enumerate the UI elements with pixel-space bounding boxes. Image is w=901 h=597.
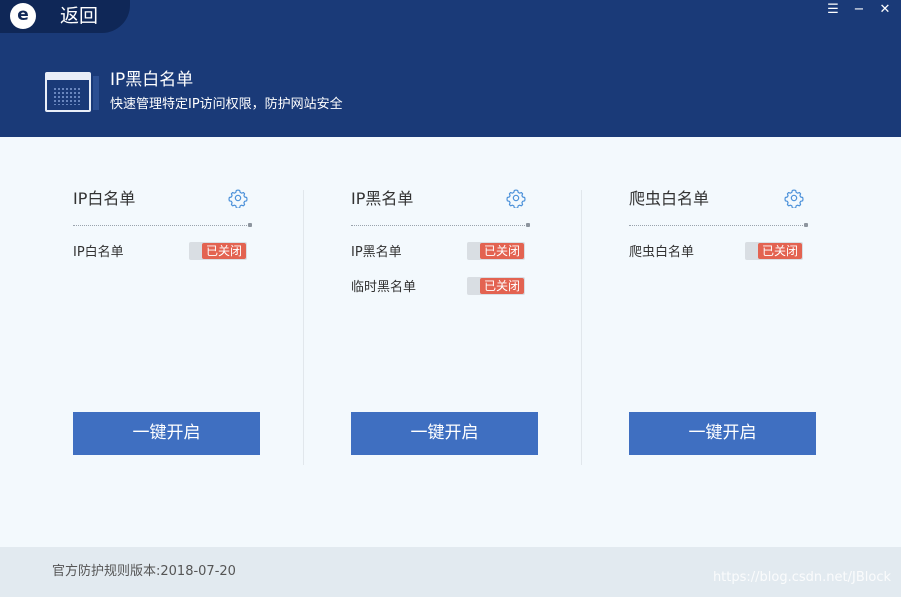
column-divider <box>581 190 582 465</box>
status-badge: 已关闭 <box>480 278 524 294</box>
blacklist-window-icon <box>45 72 91 112</box>
row-label: IP白名单 <box>73 245 124 260</box>
row-label: IP黑名单 <box>351 245 402 260</box>
title-divider <box>629 225 805 226</box>
minimize-icon[interactable]: − <box>851 2 867 18</box>
status-badge: 已关闭 <box>758 243 802 259</box>
row-label: 爬虫白名单 <box>629 245 695 260</box>
menu-icon[interactable]: ☰ <box>825 2 841 18</box>
title-divider <box>351 225 527 226</box>
app-logo-icon: e <box>10 3 36 29</box>
list-item: 临时黑名单 已关闭 <box>351 277 541 299</box>
back-button[interactable]: e 返回 <box>0 0 130 33</box>
list-item: IP黑名单 已关闭 <box>351 242 541 264</box>
card-title: IP黑名单 <box>351 189 414 208</box>
divider-end-dot <box>804 223 808 227</box>
gear-icon[interactable] <box>784 188 804 208</box>
card-title: 爬虫白名单 <box>629 189 710 208</box>
card-ip-blacklist: IP黑名单 IP黑名单 已关闭 临时黑名单 已关闭 一键开启 <box>351 182 541 462</box>
title-divider <box>73 225 249 226</box>
status-toggle[interactable]: 已关闭 <box>189 242 247 260</box>
header-bar: e 返回 ☰ − ✕ IP黑白名单 快速管理特定IP访问权限，防护网站安全 <box>0 0 901 137</box>
page-title: IP黑白名单 <box>110 70 194 90</box>
status-badge: 已关闭 <box>480 243 524 259</box>
watermark-text: https://blog.csdn.net/JBlock <box>712 570 891 585</box>
status-toggle[interactable]: 已关闭 <box>745 242 803 260</box>
close-icon[interactable]: ✕ <box>877 2 893 18</box>
gear-icon[interactable] <box>228 188 248 208</box>
gear-icon[interactable] <box>506 188 526 208</box>
status-badge: 已关闭 <box>202 243 246 259</box>
card-title: IP白名单 <box>73 189 136 208</box>
status-toggle[interactable]: 已关闭 <box>467 242 525 260</box>
status-toggle[interactable]: 已关闭 <box>467 277 525 295</box>
window-icon-shadow <box>93 76 99 110</box>
divider-end-dot <box>248 223 252 227</box>
left-edge-strip <box>0 33 4 123</box>
list-item: IP白名单 已关闭 <box>73 242 263 264</box>
page-subtitle: 快速管理特定IP访问权限，防护网站安全 <box>110 97 343 112</box>
list-item: 爬虫白名单 已关闭 <box>629 242 819 264</box>
back-label: 返回 <box>60 5 99 27</box>
card-crawler-whitelist: 爬虫白名单 爬虫白名单 已关闭 一键开启 <box>629 182 819 462</box>
card-ip-whitelist: IP白名单 IP白名单 已关闭 一键开启 <box>73 182 263 462</box>
enable-button[interactable]: 一键开启 <box>351 412 538 455</box>
window-controls: ☰ − ✕ <box>825 2 893 18</box>
row-label: 临时黑名单 <box>351 280 417 295</box>
footer-bar: 官方防护规则版本:2018-07-20 https://blog.csdn.ne… <box>0 547 901 597</box>
enable-button[interactable]: 一键开启 <box>73 412 260 455</box>
rules-version-text: 官方防护规则版本:2018-07-20 <box>52 564 236 579</box>
divider-end-dot <box>526 223 530 227</box>
column-divider <box>303 190 304 465</box>
enable-button[interactable]: 一键开启 <box>629 412 816 455</box>
